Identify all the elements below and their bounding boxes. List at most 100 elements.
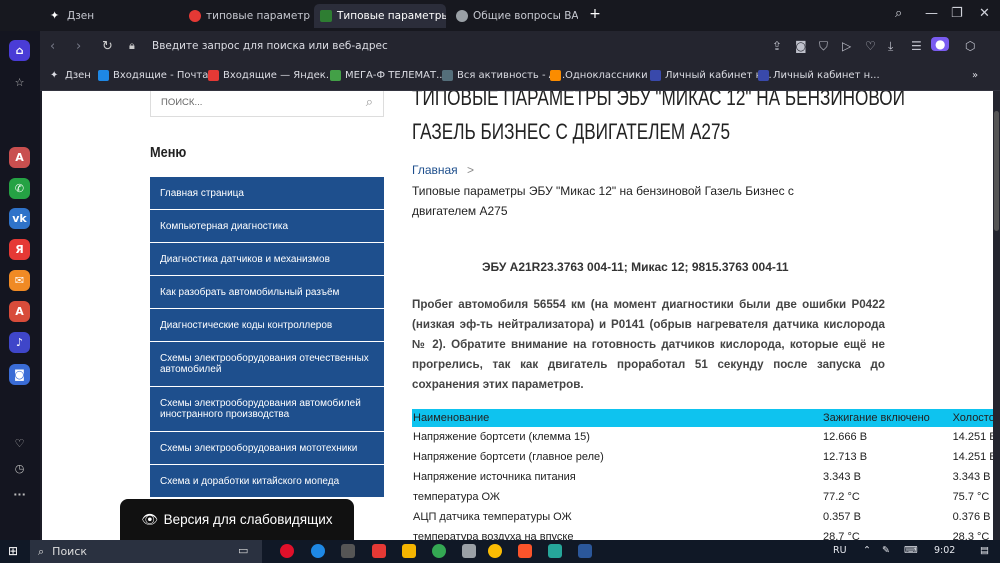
vk-icon[interactable]: vk xyxy=(9,208,30,229)
extensions-icon[interactable]: ⬡ xyxy=(965,39,975,53)
yandex-icon[interactable]: Я xyxy=(9,239,30,260)
table-cell: 3.343 В xyxy=(952,471,991,483)
menu-item[interactable]: Схемы электрооборудования отечественных … xyxy=(150,342,384,387)
star-icon[interactable]: ☆ xyxy=(9,72,30,93)
page-title-line1: типовые параметры ЭБУ "Микас 12" на бенз… xyxy=(412,91,905,110)
profile-icon[interactable]: ● xyxy=(931,37,950,51)
heart-icon[interactable]: ♡ xyxy=(9,433,30,454)
search-tabs-icon[interactable]: ⌕ xyxy=(895,6,902,21)
bookmarks-bar: ✦ Дзен Входящие - Почта... Входящие — Яндек… xyxy=(40,62,1000,91)
search-icon[interactable]: ⌕ xyxy=(366,94,373,110)
menu-item[interactable]: Схемы электрооборудования мототехники xyxy=(150,432,384,465)
bookmark-item[interactable]: Входящие — Яндек... xyxy=(208,70,335,81)
aria-icon[interactable]: A xyxy=(9,147,30,168)
address-bar: ‹ › ↻ 🔒︎ Введите запрос для поиска или в… xyxy=(40,31,1000,62)
forward-icon[interactable]: › xyxy=(76,39,81,54)
breadcrumb-current: Типовые параметры ЭБУ "Микас 12" на бенз… xyxy=(412,184,794,218)
tab-search[interactable]: типовые параметры эбу xyxy=(183,4,311,28)
scrollbar-thumb[interactable] xyxy=(994,111,999,231)
yandex-taskbar-icon[interactable] xyxy=(372,544,386,558)
bookmark-item[interactable]: Вся активность - А... xyxy=(442,70,565,81)
reload-icon[interactable]: ↻ xyxy=(102,39,113,54)
bookmark-item[interactable]: ✦ Дзен xyxy=(50,70,91,81)
bookmark-item[interactable]: МЕГА-Ф ТЕЛЕМАТ... xyxy=(330,70,446,81)
url-input[interactable]: Введите запрос для поиска или веб-адрес xyxy=(152,40,388,52)
edge-taskbar-icon[interactable] xyxy=(311,544,325,558)
music-icon[interactable]: ♪ xyxy=(9,332,30,353)
menu-item[interactable]: Диагностические коды контроллеров xyxy=(150,309,384,342)
notifications-icon[interactable]: ▤ xyxy=(980,545,989,556)
menu-lines-icon[interactable]: ☰ xyxy=(911,39,922,53)
tab-bar: ✦ Дзен типовые параметры эбу Типовые пара… xyxy=(0,0,1000,31)
minimize-button[interactable]: — xyxy=(925,6,938,21)
play-icon[interactable]: ▷ xyxy=(842,39,851,53)
tab-active[interactable]: Типовые параметры ЭБУ✕ xyxy=(314,4,446,28)
new-tab-button[interactable]: + xyxy=(588,7,602,21)
close-window-button[interactable]: ✕ xyxy=(979,6,990,21)
table-cell: Напряжение бортсети (клемма 15) xyxy=(413,431,590,443)
bookmark-item[interactable]: Личный кабинет н... xyxy=(758,70,880,81)
tray-chevron-icon[interactable]: ⌃ xyxy=(863,545,871,556)
table-cell: 3.343 В xyxy=(823,471,861,483)
bookmark-favicon xyxy=(650,70,661,81)
language-indicator[interactable]: RU xyxy=(833,545,847,556)
word-taskbar-icon[interactable] xyxy=(578,544,592,558)
vpn-taskbar-icon[interactable] xyxy=(462,544,476,558)
pen-icon[interactable]: ✎ xyxy=(882,545,890,556)
mail-icon[interactable]: ✉ xyxy=(9,270,30,291)
menu-item[interactable]: Схемы электрооборудования автомобилей ин… xyxy=(150,387,384,432)
app-taskbar-icon[interactable] xyxy=(548,544,562,558)
breadcrumb-separator-icon: > xyxy=(467,163,475,177)
table-row: АЦП датчика температуры ОЖ 0.357 В 0.376 В xyxy=(412,507,993,527)
bookmark-label: Дзен xyxy=(65,70,91,81)
eye-icon: 👁︎ xyxy=(141,511,159,527)
clock-icon[interactable]: ◷ xyxy=(9,458,30,479)
menu-item[interactable]: Схема и доработки китайского мопеда xyxy=(150,465,384,498)
download-icon[interactable]: ⤓ xyxy=(888,39,893,54)
opera-taskbar-icon[interactable] xyxy=(280,544,294,558)
bookmark-item[interactable]: Личный кабинет н... xyxy=(650,70,772,81)
lock-icon: 🔒︎ xyxy=(129,39,135,52)
share-icon[interactable]: ⇪ xyxy=(772,39,782,53)
clock[interactable]: 9:02 xyxy=(934,545,955,556)
menu-item[interactable]: Диагностика датчиков и механизмов xyxy=(150,243,384,276)
tab-forum[interactable]: Общие вопросы ВАЗ ГАЗ xyxy=(450,4,578,28)
more-icon[interactable]: ··· xyxy=(9,484,30,505)
bookmarks-more-icon[interactable]: » xyxy=(972,70,978,81)
maximize-button[interactable]: ❐ xyxy=(951,6,963,21)
menu-item[interactable]: Компьютерная диагностика xyxy=(150,210,384,243)
home-icon[interactable]: ⌂ xyxy=(9,40,30,61)
menu-item[interactable]: Главная страница xyxy=(150,177,384,210)
brave-taskbar-icon[interactable] xyxy=(518,544,532,558)
explorer-taskbar-icon[interactable] xyxy=(402,544,416,558)
menu-item[interactable]: Как разобрать автомобильный разъём xyxy=(150,276,384,309)
tab-favicon xyxy=(320,10,332,22)
heart-icon[interactable]: ♡ xyxy=(865,39,876,53)
keyboard-icon[interactable]: ⌨ xyxy=(904,545,918,556)
table-row: Напряжение источника питания 3.343 В 3.343… xyxy=(412,467,993,487)
bookmark-item[interactable]: Входящие - Почта... xyxy=(98,70,218,81)
yandex-browser-taskbar-icon[interactable] xyxy=(488,544,502,558)
shield-icon[interactable]: ⛉ xyxy=(819,39,828,54)
windows-start-icon[interactable]: ⊞ xyxy=(8,544,22,558)
bookmark-favicon xyxy=(330,70,341,81)
taskbar-search-label: Поиск xyxy=(52,545,88,558)
bookmark-item[interactable]: Одноклассники xyxy=(550,70,648,81)
table-cell: АЦП датчика температуры ОЖ xyxy=(413,511,572,523)
task-view-icon[interactable]: ▭ xyxy=(238,544,252,558)
whatsapp-icon[interactable]: ✆ xyxy=(9,178,30,199)
tab-dzen[interactable]: ✦ Дзен xyxy=(44,4,179,28)
site-search-input[interactable]: ПОИСК... ⌕ xyxy=(150,91,384,117)
table-cell: 28.7 °C xyxy=(823,531,860,540)
camera-icon[interactable]: ◙ xyxy=(795,39,807,53)
table-cell: 12.713 В xyxy=(823,451,868,463)
breadcrumb-home[interactable]: Главная xyxy=(412,163,458,177)
camera-icon[interactable]: ◙ xyxy=(9,364,30,385)
app-icon[interactable]: A xyxy=(9,301,30,322)
chrome-taskbar-icon[interactable] xyxy=(432,544,446,558)
scrollbar[interactable] xyxy=(993,91,1000,540)
taskbar-search[interactable]: ⌕ Поиск xyxy=(30,540,262,563)
accessibility-button[interactable]: 👁︎ Версия для слабовидящих xyxy=(120,499,354,540)
store-taskbar-icon[interactable] xyxy=(341,544,355,558)
back-icon[interactable]: ‹ xyxy=(50,39,55,54)
